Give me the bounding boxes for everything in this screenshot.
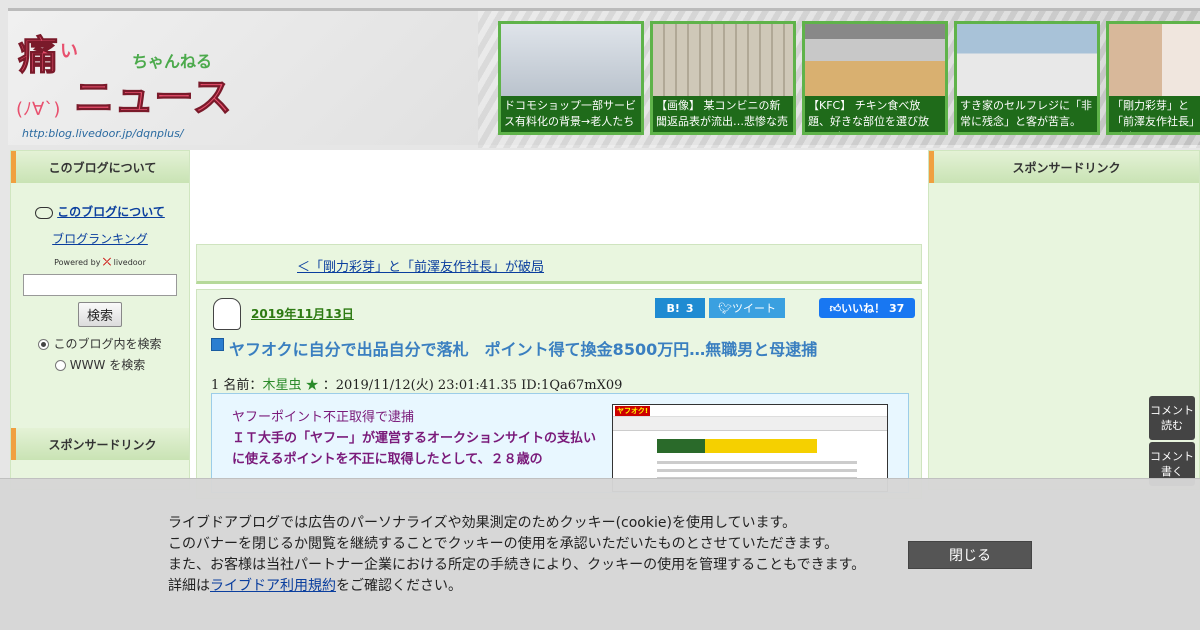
hatena-count: 3	[685, 301, 694, 315]
logo-url: http:blog.livedoor.jp/dqnplus/	[22, 127, 184, 140]
cookie-line-4-suffix: をご確認ください。	[336, 578, 462, 594]
thumbnail-4[interactable]: すき家のセルフレジに「非常に残念」と客が苦言。	[954, 21, 1100, 135]
article: 2019年11月13日 B! 3 🐦︎ ツイート 👍︎ いいね！ 37 ヤフオク…	[196, 289, 922, 499]
radio-search-blog[interactable]: このブログ内を検索	[11, 335, 189, 352]
livedoor-logo-icon: ⤫	[103, 257, 112, 268]
site-header: 痛 い ニュース ちゃんねる (ﾉ∀`) http:blog.livedoor.…	[8, 8, 1200, 148]
radio-icon	[54, 360, 66, 371]
comment-number: 1	[211, 378, 220, 393]
cookie-line-4-prefix: 詳細は	[168, 578, 210, 594]
radio-www-label: WWW を検索	[69, 358, 146, 372]
about-box-title: このブログについて	[11, 151, 189, 183]
main-content: ＜「剛力彩芽」と「前澤友作社長」が破局 2019年11月13日 B! 3 🐦︎ …	[190, 150, 928, 499]
thumbnail-image	[805, 24, 945, 98]
title-bullet-icon	[211, 338, 224, 351]
site-logo[interactable]: 痛 い ニュース ちゃんねる (ﾉ∀`) http:blog.livedoor.…	[14, 27, 234, 141]
ranking-link[interactable]: ブログランキング	[11, 230, 189, 247]
thumbnail-image	[1109, 24, 1200, 98]
logo-title-1: 痛	[18, 33, 58, 79]
hatena-bookmark-button[interactable]: B! 3	[655, 298, 705, 318]
like-label: いいね！	[841, 302, 886, 315]
about-link-label: このブログについて	[57, 205, 165, 219]
about-links: このブログについて ブログランキング Powered by ⤫ livedoor…	[11, 183, 189, 373]
comment-name-label: 名前：	[223, 378, 263, 393]
left-sponsor-box: スポンサードリンク	[11, 428, 189, 460]
tweet-label: ツイート	[731, 302, 776, 315]
logo-title-3: ニュース	[74, 75, 232, 121]
thumbnail-5[interactable]: 「剛力彩芽」と「前澤友作社長」が破局	[1106, 21, 1200, 135]
left-sidebar: このブログについて このブログについて ブログランキング Powered by …	[10, 150, 190, 490]
cookie-close-button[interactable]: 閉じる	[908, 541, 1032, 569]
face-icon	[35, 206, 54, 219]
comment-header: 1 名前：木星虫 ★ ：2019/11/12(火) 23:01:41.35 ID…	[211, 374, 622, 393]
article-title[interactable]: ヤフオクに自分で出品自分で落札 ポイント得て換金8500万円…無職男と母逮捕	[229, 336, 817, 360]
right-sponsor-title: スポンサードリンク	[929, 151, 1199, 183]
hatena-label: B!	[666, 301, 680, 315]
thumbnail-caption: ドコモショップ一部サービス有料化の背景→老人たち	[501, 96, 641, 132]
prev-article-nav: ＜「剛力彩芽」と「前澤友作社長」が破局	[196, 244, 922, 284]
cookie-banner: ライブドアブログでは広告のパーソナライズや効果測定のためクッキー(cookie)…	[0, 478, 1200, 630]
screenshot-top: ヤフオク!	[613, 405, 887, 417]
thumbnail-caption: 【KFC】 チキン食べ放題、好きな部位を選び放題！ブ	[805, 96, 945, 132]
powered-prefix: Powered by	[54, 258, 101, 267]
thumbnail-1[interactable]: ドコモショップ一部サービス有料化の背景→老人たち	[498, 21, 644, 135]
article-date[interactable]: 2019年11月13日	[251, 305, 354, 322]
thumbnail-image	[653, 24, 793, 98]
radio-blog-label: このブログ内を検索	[53, 337, 162, 351]
cookie-line-1: ライブドアブログでは広告のパーソナライズや効果測定のためクッキー(cookie)…	[168, 515, 797, 531]
thumbnail-2[interactable]: 【画像】 某コンビニの新聞返品表が流出…悲惨な売り	[650, 21, 796, 135]
thumbs-up-icon: 👍︎	[829, 301, 842, 315]
radio-icon	[38, 339, 50, 350]
like-count: 37	[889, 301, 905, 315]
thumbnail-caption: 「剛力彩芽」と「前澤友作社長」が破局	[1109, 96, 1200, 132]
quote-body: ＩＴ大手の「ヤフー」が運営するオークションサイトの支払いに使えるポイントを不正に…	[232, 431, 597, 467]
cat-icon	[213, 298, 241, 330]
screenshot-banner	[657, 439, 817, 453]
screenshot-searchbar	[613, 417, 887, 431]
logo-graphic: 痛 い ニュース ちゃんねる (ﾉ∀`)	[16, 33, 233, 122]
comment-meta: ：2019/11/12(火) 23:01:41.35 ID:1Qa67mX09	[322, 378, 623, 393]
terms-link[interactable]: ライブドア利用規約	[210, 578, 336, 594]
cookie-text: ライブドアブログでは広告のパーソナライズや効果測定のためクッキー(cookie)…	[168, 513, 865, 597]
logo-face: (ﾉ∀`)	[16, 99, 60, 120]
powered-brand: livedoor	[113, 258, 146, 267]
thumbnail-3[interactable]: 【KFC】 チキン食べ放題、好きな部位を選び放題！ブ	[802, 21, 948, 135]
comment-read-button[interactable]: コメント読む	[1149, 396, 1195, 440]
prev-article-link[interactable]: ＜「剛力彩芽」と「前澤友作社長」が破局	[297, 256, 544, 275]
logo-sub: ちゃんねる	[132, 52, 212, 71]
radio-search-www[interactable]: WWW を検索	[11, 356, 189, 373]
thumbnail-image	[501, 24, 641, 98]
search-button[interactable]: 検索	[77, 302, 122, 327]
tweet-button[interactable]: 🐦︎ ツイート	[709, 298, 785, 318]
featured-thumbnails: ドコモショップ一部サービス有料化の背景→老人たち 【画像】 某コンビニの新聞返品…	[498, 21, 1200, 135]
cookie-line-3: また、お客様は当社パートナー企業における所定の手続きにより、クッキーの使用を管理…	[168, 557, 866, 573]
powered-by: Powered by ⤫ livedoor	[11, 257, 189, 268]
bird-icon: 🐦︎	[718, 301, 732, 315]
like-button[interactable]: 👍︎ いいね！ 37	[819, 298, 915, 318]
logo-title-2: い	[60, 41, 78, 62]
cookie-line-2: このバナーを閉じるか閲覧を継続することでクッキーの使用を承認いただいたものとさせ…	[168, 536, 839, 552]
search-input[interactable]	[23, 274, 177, 296]
cookie-line-4: 詳細はライブドア利用規約をご確認ください。	[168, 576, 865, 597]
about-link[interactable]: このブログについて	[11, 203, 189, 220]
thumbnail-caption: 【画像】 某コンビニの新聞返品表が流出…悲惨な売り	[653, 96, 793, 132]
thumbnail-image	[957, 24, 1097, 98]
quote-subtitle: ヤフーポイント不正取得で逮捕	[232, 410, 415, 425]
screenshot-logo: ヤフオク!	[615, 406, 651, 416]
left-sponsor-title: スポンサードリンク	[11, 428, 189, 460]
thumbnail-caption: すき家のセルフレジに「非常に残念」と客が苦言。	[957, 96, 1097, 132]
comment-name: 木星虫 ★	[262, 378, 319, 393]
